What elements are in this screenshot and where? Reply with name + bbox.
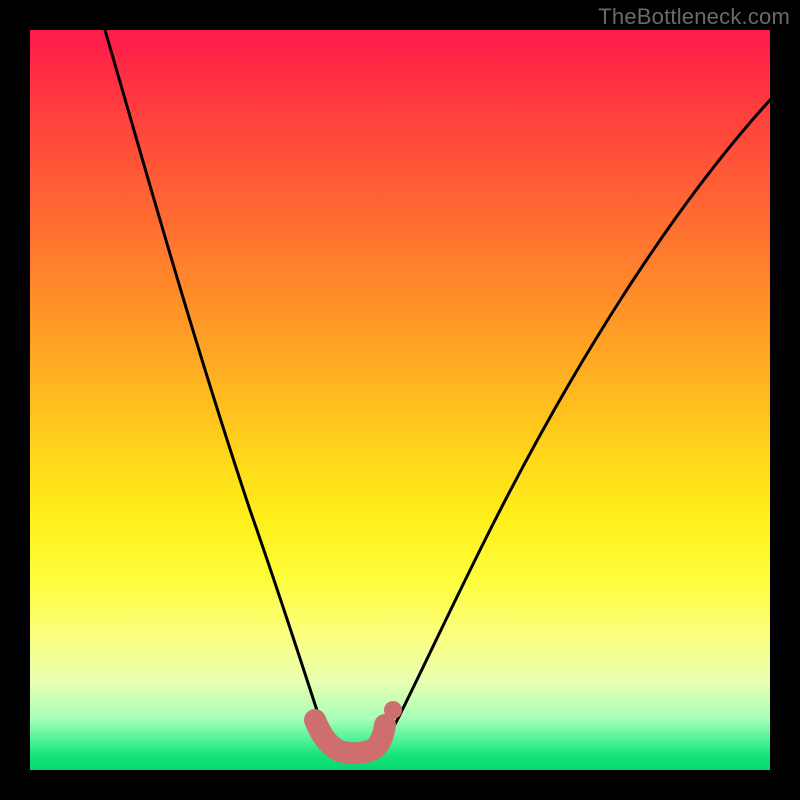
chart-svg [30,30,770,770]
watermark-text: TheBottleneck.com [598,4,790,30]
plot-area [30,30,770,770]
left-curve [105,30,330,750]
right-curve [380,100,770,750]
basin-dot [384,701,402,719]
basin-band [315,720,385,753]
chart-frame: TheBottleneck.com [0,0,800,800]
